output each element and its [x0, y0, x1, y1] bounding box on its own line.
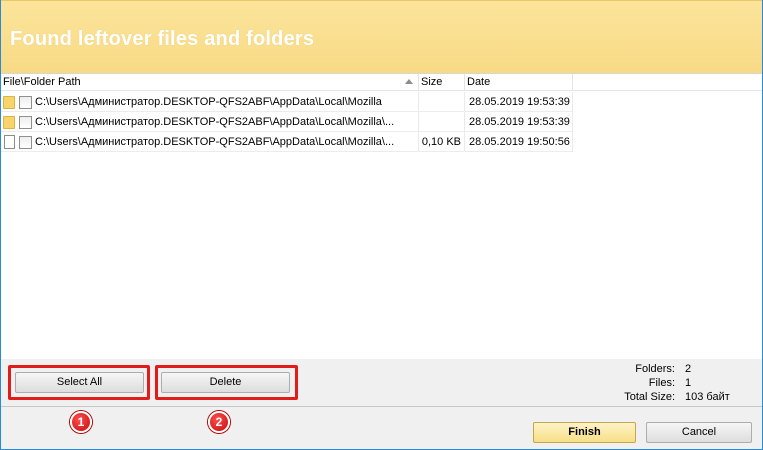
finish-button[interactable]: Finish — [533, 422, 636, 443]
sort-ascending-icon — [405, 79, 413, 84]
folder-icon — [3, 96, 15, 109]
folders-count: 2 — [685, 363, 692, 375]
cell-path: C:\Users\Администратор.DESKTOP-QFS2ABF\A… — [1, 132, 419, 152]
cell-date: 28.05.2019 19:53:39 — [465, 92, 573, 112]
table-row[interactable]: C:\Users\Администратор.DESKTOP-QFS2ABF\A… — [1, 132, 573, 152]
footer-divider — [1, 406, 762, 407]
table-row[interactable]: C:\Users\Администратор.DESKTOP-QFS2ABF\A… — [1, 112, 573, 132]
row-checkbox[interactable] — [19, 136, 32, 149]
page-title: Found leftover files and folders — [10, 28, 315, 50]
row-checkbox[interactable] — [19, 96, 32, 109]
step-badge-1: 1 — [70, 411, 92, 433]
cancel-button[interactable]: Cancel — [646, 422, 752, 443]
folder-icon — [3, 116, 15, 129]
step-badge-2: 2 — [208, 411, 230, 433]
cell-size — [419, 92, 465, 112]
highlight-select-all — [8, 365, 150, 400]
list-header: File\Folder Path Size Date — [1, 74, 762, 91]
row-divider — [1, 151, 573, 152]
cell-date: 28.05.2019 19:53:39 — [465, 112, 573, 132]
cell-path: C:\Users\Администратор.DESKTOP-QFS2ABF\A… — [1, 112, 419, 132]
cell-date: 28.05.2019 19:50:56 — [465, 132, 573, 152]
table-row[interactable]: C:\Users\Администратор.DESKTOP-QFS2ABF\A… — [1, 92, 573, 112]
files-label: Files: — [648, 377, 675, 389]
highlight-delete — [155, 365, 298, 400]
path-text: C:\Users\Администратор.DESKTOP-QFS2ABF\A… — [35, 96, 382, 108]
file-icon — [4, 135, 15, 149]
column-header-path[interactable]: File\Folder Path — [1, 74, 419, 91]
column-header-date[interactable]: Date — [465, 74, 573, 91]
folders-label: Folders: — [635, 363, 675, 375]
cell-size: 0,10 KB — [419, 132, 465, 152]
path-text: C:\Users\Администратор.DESKTOP-QFS2ABF\A… — [35, 136, 395, 148]
leftover-files-window: Found leftover files and folders File\Fo… — [0, 0, 763, 450]
path-text: C:\Users\Администратор.DESKTOP-QFS2ABF\A… — [35, 116, 395, 128]
row-checkbox[interactable] — [19, 116, 32, 129]
total-size-label: Total Size: — [624, 391, 675, 403]
total-size-value: 103 байт — [685, 391, 730, 403]
header-banner: Found leftover files and folders — [1, 0, 762, 73]
cell-path: C:\Users\Администратор.DESKTOP-QFS2ABF\A… — [1, 92, 419, 112]
leftover-files-list[interactable]: File\Folder Path Size Date C:\Users\Адми… — [1, 73, 762, 359]
cell-size — [419, 112, 465, 132]
column-header-size[interactable]: Size — [419, 74, 465, 91]
files-count: 1 — [685, 377, 692, 389]
